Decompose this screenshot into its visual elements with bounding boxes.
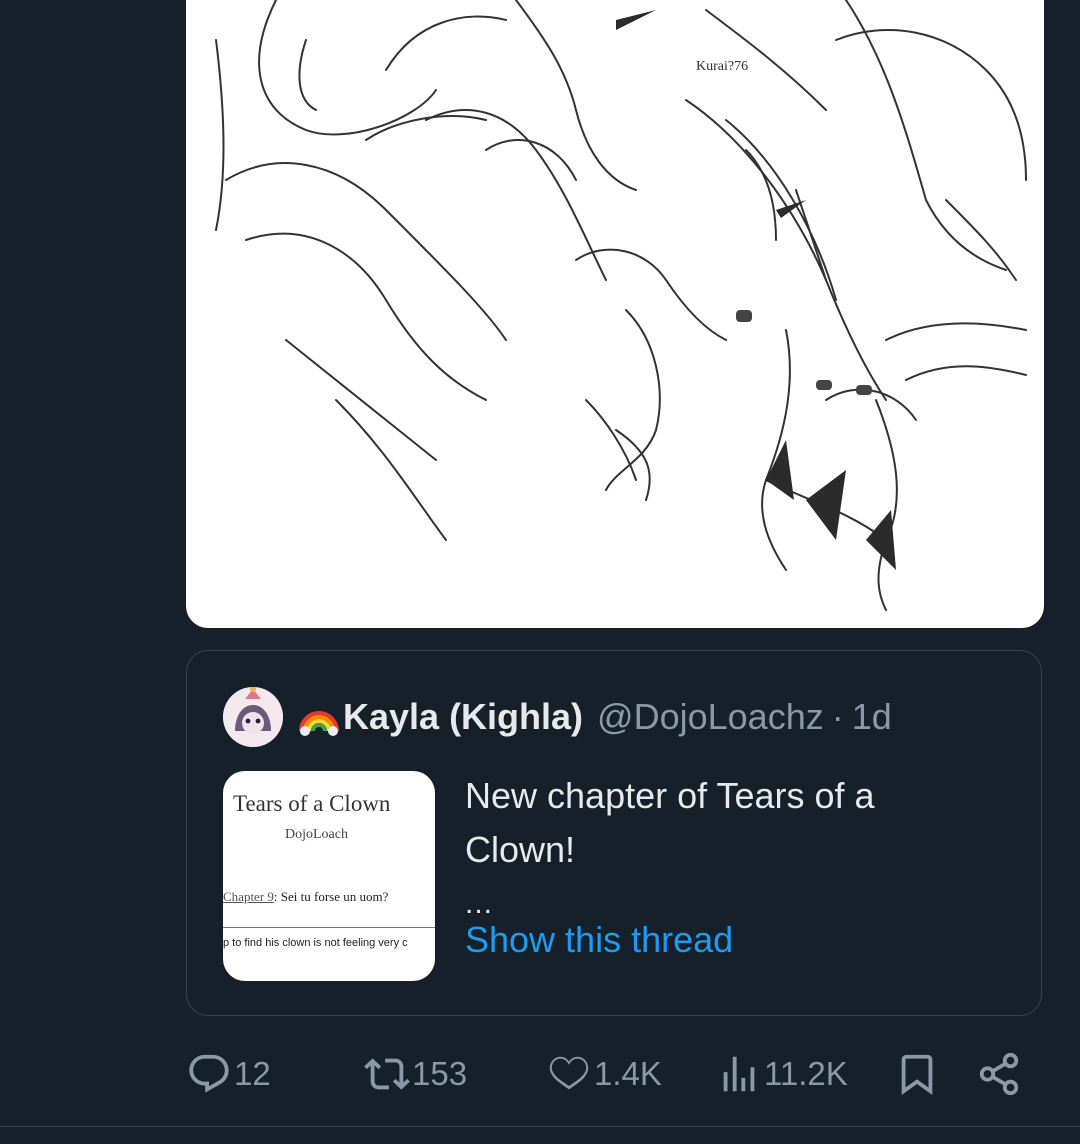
thumbnail-snippet: p to find his clown is not feeling very … <box>223 937 408 949</box>
views-chart-icon <box>723 1056 755 1092</box>
reply-icon <box>189 1054 229 1093</box>
show-thread-link[interactable]: Show this thread <box>465 919 733 961</box>
views-count: 11.2K <box>764 1055 848 1092</box>
chapter-rest: : Sei tu forse un uom? <box>273 889 389 904</box>
retweet-icon <box>364 1058 410 1090</box>
views-button[interactable]: 11.2K <box>716 1046 848 1102</box>
quoted-display-name[interactable]: Kayla (Kighla) <box>343 696 583 738</box>
heart-icon <box>549 1056 589 1090</box>
quoted-media-thumbnail[interactable]: Tears of a Clown DojoLoach Chapter 9: Se… <box>223 771 435 981</box>
quoted-handle[interactable]: @DojoLoachz <box>597 696 824 738</box>
chapter-prefix: Chapter 9 <box>223 889 274 904</box>
tweet-action-bar: 12 153 1.4K 11.2K <box>0 1046 1080 1102</box>
reply-button[interactable]: 12 <box>186 1046 271 1102</box>
share-icon <box>979 1052 1019 1096</box>
share-button[interactable] <box>976 1046 1024 1102</box>
rainbow-icon <box>299 711 339 736</box>
thumbnail-divider <box>223 927 435 928</box>
thumbnail-chapter: Chapter 9: Sei tu forse un uom? <box>223 889 388 905</box>
like-count: 1.4K <box>594 1055 662 1092</box>
bookmark-button[interactable] <box>894 1046 942 1102</box>
quoted-tweet-header: Kayla (Kighla) @DojoLoachz · 1d <box>223 687 892 747</box>
avatar[interactable] <box>223 687 283 747</box>
tweet-media-image[interactable]: Kurai?76 <box>186 0 1044 628</box>
sketch-artwork: Kurai?76 <box>215 0 1027 611</box>
retweet-count: 153 <box>412 1055 468 1092</box>
thumbnail-author: DojoLoach <box>285 827 348 842</box>
quoted-tweet-text: New chapter of Tears of a Clown! <box>465 775 875 870</box>
reply-count: 12 <box>234 1055 271 1092</box>
quoted-timestamp[interactable]: 1d <box>852 696 892 738</box>
thumbnail-title: Tears of a Clown <box>233 791 391 816</box>
like-button[interactable]: 1.4K <box>546 1046 662 1102</box>
separator-dot: · <box>831 696 844 737</box>
retweet-button[interactable]: 153 <box>364 1046 467 1102</box>
tweet-divider <box>0 1126 1080 1127</box>
quoted-tweet-card[interactable]: Kayla (Kighla) @DojoLoachz · 1d Tears of… <box>186 650 1042 1016</box>
artist-signature: Kurai?76 <box>696 59 748 74</box>
truncation-ellipsis: ... <box>465 887 494 920</box>
bookmark-icon <box>901 1054 933 1095</box>
